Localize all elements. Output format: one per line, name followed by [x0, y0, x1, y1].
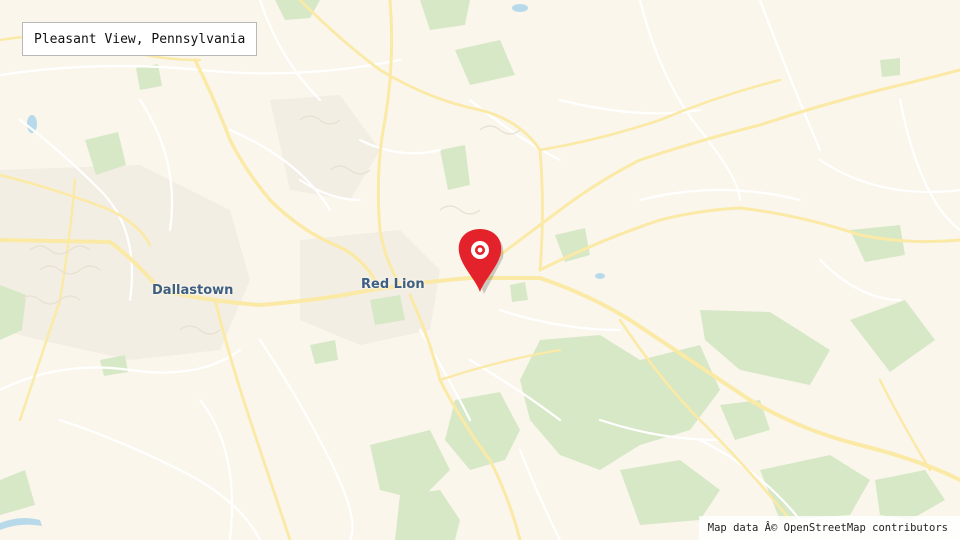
place-label-red-lion: Red Lion — [361, 277, 425, 292]
place-label-dallastown: Dallastown — [152, 283, 234, 298]
map-attribution: Map data Â© OpenStreetMap contributors — [698, 516, 960, 540]
map-canvas[interactable]: Dallastown Red Lion — [0, 0, 960, 540]
location-pin-icon[interactable] — [456, 228, 506, 296]
location-title: Pleasant View, Pennsylvania — [22, 22, 258, 56]
